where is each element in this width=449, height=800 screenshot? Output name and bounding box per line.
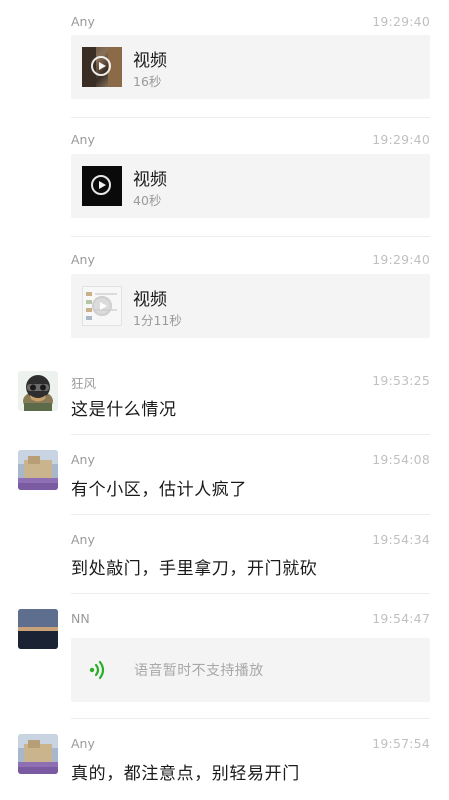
avatar[interactable]: [18, 450, 58, 490]
play-icon: [91, 56, 111, 76]
chat-message: Any 19:54:08 有个小区，估计人疯了: [0, 435, 449, 515]
message-text: 真的，都注意点，别轻易开门: [71, 764, 300, 784]
chat-message: Any 19:29:40 视频 40秒: [0, 118, 449, 236]
chat-message: Any 19:54:34 到处敲门，手里拿刀，开门就砍: [0, 515, 449, 593]
message-time: 19:29:40: [372, 252, 430, 267]
play-icon: [91, 175, 111, 195]
play-icon: [92, 296, 112, 316]
chat-message: Any 19:29:40 视频 16秒: [0, 0, 449, 118]
video-card[interactable]: 视频 1分11秒: [71, 274, 430, 338]
voice-message[interactable]: 语音暂时不支持播放: [71, 638, 430, 702]
video-card[interactable]: 视频 40秒: [71, 154, 430, 218]
video-card[interactable]: 视频 16秒: [71, 35, 430, 99]
avatar[interactable]: [18, 734, 58, 774]
sender-name: Any: [71, 252, 95, 267]
message-time: 19:54:47: [372, 611, 430, 626]
video-title: 视频: [133, 51, 167, 71]
video-title: 视频: [133, 290, 167, 310]
voice-icon: [89, 660, 105, 680]
message-time: 19:29:40: [372, 132, 430, 147]
video-duration: 40秒: [133, 193, 162, 208]
sender-name: Any: [71, 14, 95, 29]
message-text: 有个小区，估计人疯了: [71, 480, 247, 500]
avatar[interactable]: [18, 609, 58, 649]
chat-message: Any 19:29:40 视频 1分11秒: [0, 237, 449, 355]
sender-name: Any: [71, 452, 95, 467]
video-thumbnail: [82, 47, 122, 87]
voice-unsupported-text: 语音暂时不支持播放: [134, 663, 264, 679]
sender-name: NN: [71, 611, 90, 626]
chat-message: NN 19:54:47 语音暂时不支持播放: [0, 594, 449, 718]
video-duration: 16秒: [133, 74, 162, 89]
message-time: 19:54:34: [372, 532, 430, 547]
message-text: 这是什么情况: [71, 400, 177, 420]
chat-message: Any 19:57:54 真的，都注意点，别轻易开门: [0, 719, 449, 800]
video-thumbnail: [82, 166, 122, 206]
message-time: 19:54:08: [372, 452, 430, 467]
video-title: 视频: [133, 170, 167, 190]
video-duration: 1分11秒: [133, 313, 182, 328]
message-time: 19:57:54: [372, 736, 430, 751]
chat-message: 狂风 19:53:25 这是什么情况: [0, 355, 449, 435]
avatar[interactable]: [18, 371, 58, 411]
sender-name: Any: [71, 532, 95, 547]
message-time: 19:53:25: [372, 373, 430, 388]
message-time: 19:29:40: [372, 14, 430, 29]
sender-name: Any: [71, 736, 95, 751]
video-thumbnail: [82, 286, 122, 326]
sender-name: 狂风: [71, 376, 97, 391]
message-text: 到处敲门，手里拿刀，开门就砍: [71, 559, 318, 579]
sender-name: Any: [71, 132, 95, 147]
